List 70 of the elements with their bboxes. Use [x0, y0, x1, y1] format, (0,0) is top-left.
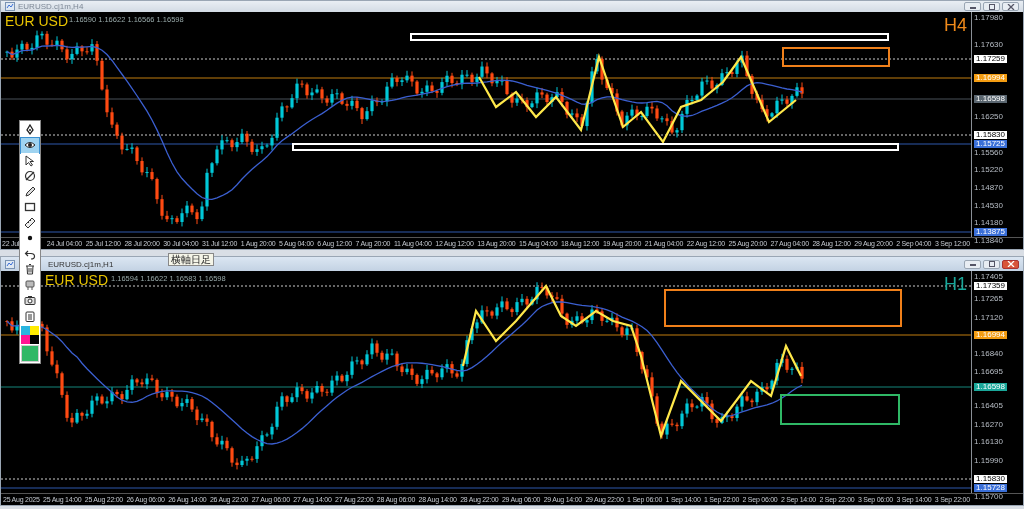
price-label: 1.14530 [974, 202, 1003, 210]
price-label: 1.17630 [974, 41, 1003, 49]
price-tag: 1.13875 [974, 228, 1007, 236]
symbol-label: EUR USD [5, 14, 68, 28]
symbol-label: EUR USD [45, 273, 108, 287]
price-label: 1.16840 [974, 350, 1003, 358]
price-tag: 1.15830 [974, 475, 1007, 483]
pen-nib-icon [24, 123, 36, 136]
color-swatch[interactable] [30, 325, 39, 335]
minimize-button[interactable] [964, 259, 981, 269]
zone-rectangle[interactable] [664, 289, 902, 327]
timeframe-label: H1 [944, 275, 968, 293]
camera-icon [24, 294, 36, 307]
cursor-icon [24, 154, 36, 167]
price-label: 1.13840 [974, 237, 1003, 245]
price-label: 1.16405 [974, 402, 1003, 410]
close-icon [1006, 3, 1015, 10]
tooltip: 横軸日足 [168, 253, 214, 266]
price-label: 1.17120 [974, 314, 1003, 322]
chart-window-icon [5, 259, 15, 269]
timeframe-label: H4 [944, 16, 968, 34]
restore-button[interactable] [983, 2, 1000, 11]
price-label: 1.16695 [974, 368, 1003, 376]
price-tag: 1.16994 [974, 74, 1007, 82]
price-label: 1.17265 [974, 295, 1003, 303]
close-button[interactable] [1002, 259, 1019, 269]
crossed-circle-icon [24, 170, 36, 183]
price-tag: 1.15725 [974, 140, 1007, 148]
eye-icon [24, 140, 36, 151]
price-tag: 1.17359 [974, 282, 1007, 290]
price-tag: 1.16598 [974, 95, 1007, 103]
restore-button[interactable] [983, 259, 1000, 269]
minimize-button[interactable] [964, 2, 981, 11]
ruler-icon [24, 216, 36, 229]
color-swatch[interactable] [21, 325, 30, 335]
price-label: 1.15990 [974, 457, 1003, 465]
close-icon [1006, 261, 1015, 267]
price-tag: 1.15830 [974, 131, 1007, 139]
eye-tool-button[interactable] [21, 137, 39, 153]
price-label: 1.16130 [974, 438, 1003, 446]
clipboard-icon [24, 309, 36, 322]
price-label: 1.17405 [974, 273, 1003, 281]
price-tag: 1.16598 [974, 383, 1007, 391]
price-label: 1.16270 [974, 421, 1003, 429]
zone-rectangle[interactable] [782, 47, 890, 67]
price-label: 1.15700 [974, 493, 1003, 501]
current-color-swatch[interactable] [21, 344, 39, 362]
trash-icon [24, 263, 36, 276]
stamp-icon [24, 278, 36, 291]
price-label: 1.17980 [974, 14, 1003, 22]
pencil-icon [24, 185, 36, 198]
window-title: EURUSD.cj1m,H4 [18, 2, 84, 11]
restore-icon [987, 3, 996, 10]
rectangle-icon [24, 201, 36, 214]
price-label: 1.14870 [974, 184, 1003, 192]
close-button[interactable] [1002, 2, 1019, 11]
cursor-tool-button[interactable] [21, 153, 39, 169]
price-label: 1.15560 [974, 149, 1003, 157]
color-swatch[interactable] [30, 334, 39, 344]
price-label: 1.16250 [974, 113, 1003, 121]
zone-rectangle[interactable] [780, 394, 900, 425]
window-title: EURUSD.cj1m,H1 [48, 259, 114, 269]
color-swatch[interactable] [21, 334, 30, 344]
price-tag: 1.15728 [974, 484, 1007, 492]
restore-icon [987, 261, 996, 267]
price-tag: 1.17259 [974, 55, 1007, 63]
price-label: 1.15220 [974, 166, 1003, 174]
price-tag: 1.16994 [974, 331, 1007, 339]
minimize-icon [968, 261, 977, 267]
price-label: 1.14180 [974, 219, 1003, 227]
